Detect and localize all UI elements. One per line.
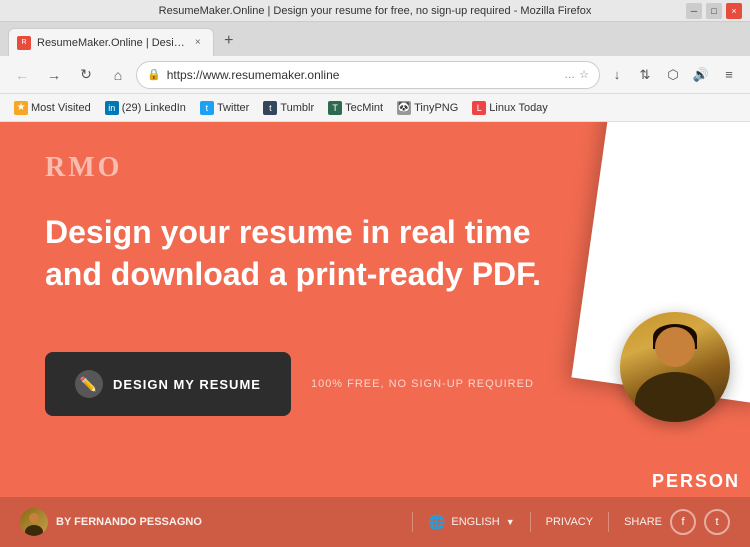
free-label: 100% FREE, NO SIGN-UP REQUIRED — [311, 378, 534, 390]
globe-icon: 🌐 — [428, 514, 445, 531]
privacy-link[interactable]: PRIVACY — [546, 516, 593, 528]
resume-preview-area — [530, 122, 750, 497]
address-bar-container: 🔒 … ☆ — [136, 61, 600, 89]
language-selector[interactable]: 🌐 ENGLISH ▼ — [428, 514, 515, 531]
forward-button[interactable]: → — [40, 61, 68, 89]
share-section: SHARE f t — [624, 509, 730, 535]
footer-divider-3 — [608, 512, 609, 532]
author-avatar — [20, 508, 48, 536]
security-icon: 🔒 — [147, 68, 161, 81]
nav-bar: ← → ↻ ⌂ 🔒 … ☆ ↓ ⇅ ⬡ 🔊 ≡ — [0, 56, 750, 94]
address-input[interactable] — [167, 68, 558, 82]
new-tab-button[interactable]: + — [216, 28, 242, 54]
bookmark-tinypng-label: TinyPNG — [414, 102, 458, 114]
bookmark-linkedin[interactable]: in (29) LinkedIn — [99, 99, 192, 117]
nav-right-buttons: ↓ ⇅ ⬡ 🔊 ≡ — [604, 62, 742, 88]
close-button[interactable]: × — [726, 3, 742, 19]
active-tab[interactable]: R ResumeMaker.Online | Desi… × — [8, 28, 214, 56]
twitter-share-icon: t — [715, 516, 718, 528]
window-title: ResumeMaker.Online | Design your resume … — [159, 5, 592, 17]
bookmark-tumblr-label: Tumblr — [280, 102, 314, 114]
tab-close-button[interactable]: × — [191, 36, 205, 50]
more-icon[interactable]: … — [564, 69, 575, 81]
bookmark-star-icon[interactable]: ☆ — [579, 68, 589, 81]
person-label: PERSON — [652, 471, 740, 492]
hero-title: Design your resume in real time and down… — [45, 212, 541, 295]
language-label: ENGLISH — [451, 516, 499, 528]
bookmark-most-visited-label: Most Visited — [31, 102, 91, 114]
bookmark-tecmint[interactable]: T TecMint — [322, 99, 389, 117]
bookmark-twitter[interactable]: t Twitter — [194, 99, 255, 117]
person-head — [655, 327, 695, 367]
person-body — [635, 372, 715, 422]
profile-photo — [620, 312, 730, 422]
bookmark-tinypng[interactable]: 🐼 TinyPNG — [391, 99, 464, 117]
bookmark-most-visited[interactable]: ★ Most Visited — [8, 99, 97, 117]
tinypng-icon: 🐼 — [397, 101, 411, 115]
tab-favicon: R — [17, 36, 31, 50]
site-logo: RMO — [45, 152, 122, 184]
menu-button[interactable]: ≡ — [716, 62, 742, 88]
logo-area: RMO — [45, 152, 122, 184]
hero-section: Design your resume in real time and down… — [45, 212, 541, 325]
dropdown-arrow-icon: ▼ — [506, 517, 515, 527]
share-label: SHARE — [624, 516, 662, 528]
cta-section: ✏️ DESIGN MY RESUME 100% FREE, NO SIGN-U… — [45, 352, 534, 416]
facebook-share-button[interactable]: f — [670, 509, 696, 535]
bookmark-tecmint-label: TecMint — [345, 102, 383, 114]
bookmark-twitter-label: Twitter — [217, 102, 249, 114]
twitter-share-button[interactable]: t — [704, 509, 730, 535]
bookmark-tumblr[interactable]: t Tumblr — [257, 99, 320, 117]
pencil-icon: ✏️ — [75, 370, 103, 398]
bookmark-linkedin-label: (29) LinkedIn — [122, 102, 186, 114]
maximize-button[interactable]: □ — [706, 3, 722, 19]
download-button[interactable]: ↓ — [604, 62, 630, 88]
address-actions: … ☆ — [564, 68, 589, 81]
linkedin-icon: in — [105, 101, 119, 115]
extensions-button[interactable]: ⬡ — [660, 62, 686, 88]
most-visited-icon: ★ — [14, 101, 28, 115]
facebook-icon: f — [681, 516, 684, 528]
tab-bar: R ResumeMaker.Online | Desi… × + — [0, 22, 750, 56]
back-button[interactable]: ← — [8, 61, 36, 89]
tab-title: ResumeMaker.Online | Desi… — [37, 37, 185, 49]
twitter-icon: t — [200, 101, 214, 115]
bookmark-linuxtoday-label: Linux Today — [489, 102, 548, 114]
speaker-button[interactable]: 🔊 — [688, 62, 714, 88]
footer-author: BY FERNANDO PESSAGNO — [20, 508, 397, 536]
cta-label: DESIGN MY RESUME — [113, 377, 261, 392]
sync-button[interactable]: ⇅ — [632, 62, 658, 88]
refresh-button[interactable]: ↻ — [72, 61, 100, 89]
linuxtoday-icon: L — [472, 101, 486, 115]
bookmark-linuxtoday[interactable]: L Linux Today — [466, 99, 554, 117]
title-bar: ResumeMaker.Online | Design your resume … — [0, 0, 750, 22]
author-name: BY FERNANDO PESSAGNO — [56, 516, 202, 528]
home-button[interactable]: ⌂ — [104, 61, 132, 89]
footer-divider-2 — [530, 512, 531, 532]
main-content: RMO Design your resume in real time and … — [0, 122, 750, 547]
bookmarks-bar: ★ Most Visited in (29) LinkedIn t Twitte… — [0, 94, 750, 122]
footer-divider-1 — [412, 512, 413, 532]
design-resume-button[interactable]: ✏️ DESIGN MY RESUME — [45, 352, 291, 416]
tumblr-icon: t — [263, 101, 277, 115]
minimize-button[interactable]: ─ — [686, 3, 702, 19]
tecmint-icon: T — [328, 101, 342, 115]
site-footer: BY FERNANDO PESSAGNO 🌐 ENGLISH ▼ PRIVACY… — [0, 497, 750, 547]
